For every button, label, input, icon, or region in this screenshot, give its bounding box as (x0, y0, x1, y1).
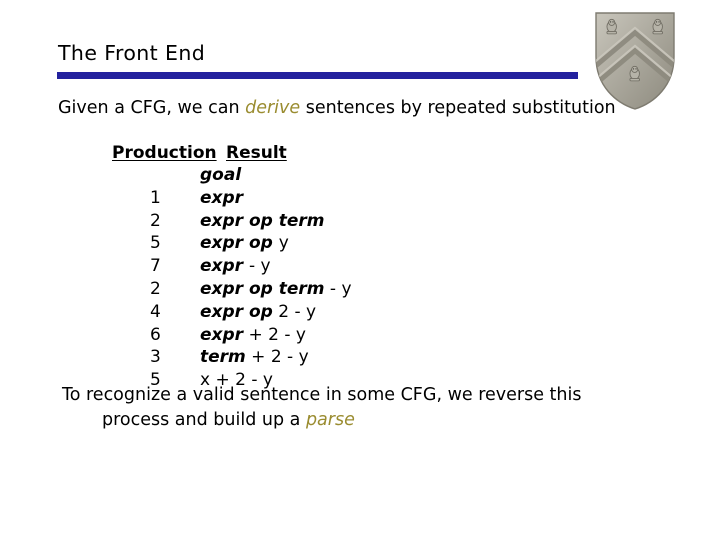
nonterminal-symbol: goal (200, 165, 242, 185)
nonterminal-symbol: expr (200, 324, 244, 345)
closing-line-2-before: process and build up a (102, 410, 306, 430)
production-number: 2 (150, 278, 161, 299)
terminal-symbol: + 2 - y (243, 324, 306, 345)
nonterminal-symbol: term (200, 347, 246, 368)
table-row: 5 expr op y (112, 232, 352, 255)
intro-text: Given a CFG, we can derive sentences by … (58, 97, 616, 119)
production-number: 1 (150, 187, 161, 208)
production-number: 2 (150, 210, 161, 231)
closing-line-1: To recognize a valid sentence in some CF… (62, 385, 582, 405)
derivation-result: expr op y (200, 232, 289, 255)
terminal-symbol: - y (324, 278, 352, 299)
derivation-table: Production Result goal 1 expr 2 expr op term… (112, 143, 352, 392)
terminal-symbol: - y (248, 256, 271, 277)
derivation-result: expr op 2 - y (200, 301, 316, 324)
production-number (112, 164, 200, 187)
terminal-symbol: + 2 - y (245, 347, 309, 368)
table-row: 7 expr - y (112, 255, 352, 278)
derivation-result: expr op term (200, 210, 325, 233)
table-row: goal (112, 164, 352, 187)
closing-line-2: process and build up a parse (62, 408, 662, 433)
table-body: goal 1 expr 2 expr op term 5 expr op y 7 expr - … (112, 164, 352, 392)
table-row: 6 expr + 2 - y (112, 324, 352, 347)
nonterminal-symbol: expr op term (200, 278, 325, 299)
table-row: 3 term + 2 - y (112, 346, 352, 369)
intro-text-before: Given a CFG, we can (58, 98, 246, 118)
terminal-symbol: 2 - y (272, 301, 317, 322)
nonterminal-symbol: expr op term (200, 210, 325, 231)
derivation-result: term + 2 - y (200, 346, 309, 369)
table-row: 2 expr op term (112, 210, 352, 233)
derivation-result: goal (200, 164, 241, 187)
intro-highlight-derive: derive (245, 98, 301, 118)
table-row: 4 expr op 2 - y (112, 301, 352, 324)
derivation-result: expr (200, 187, 243, 210)
table-row: 1 expr (112, 187, 352, 210)
production-number: 6 (150, 324, 161, 345)
column-header-result: Result (226, 143, 287, 163)
production-number: 7 (150, 256, 161, 277)
nonterminal-symbol: expr (200, 256, 249, 277)
nonterminal-symbol: expr (200, 187, 244, 208)
intro-text-after: sentences by repeated substitution (300, 98, 616, 118)
production-number: 4 (150, 301, 161, 322)
nonterminal-symbol: expr op (200, 301, 273, 322)
production-number: 3 (150, 347, 161, 368)
column-header-production: Production (112, 143, 217, 163)
derivation-result: expr + 2 - y (200, 324, 306, 347)
closing-text: To recognize a valid sentence in some CF… (62, 383, 662, 433)
table-row: 2 expr op term - y (112, 278, 352, 301)
table-header-row: Production Result (112, 143, 352, 164)
production-number: 5 (150, 233, 161, 254)
closing-highlight-parse: parse (305, 410, 355, 430)
nonterminal-symbol: expr op (200, 233, 279, 254)
derivation-result: expr - y (200, 255, 271, 278)
slide-canvas: The Front End Given a CFG, we can derive… (0, 0, 720, 540)
terminal-symbol: y (278, 233, 289, 254)
derivation-result: expr op term - y (200, 278, 352, 301)
title-underline-rule (57, 72, 578, 79)
slide-title: The Front End (58, 41, 206, 65)
